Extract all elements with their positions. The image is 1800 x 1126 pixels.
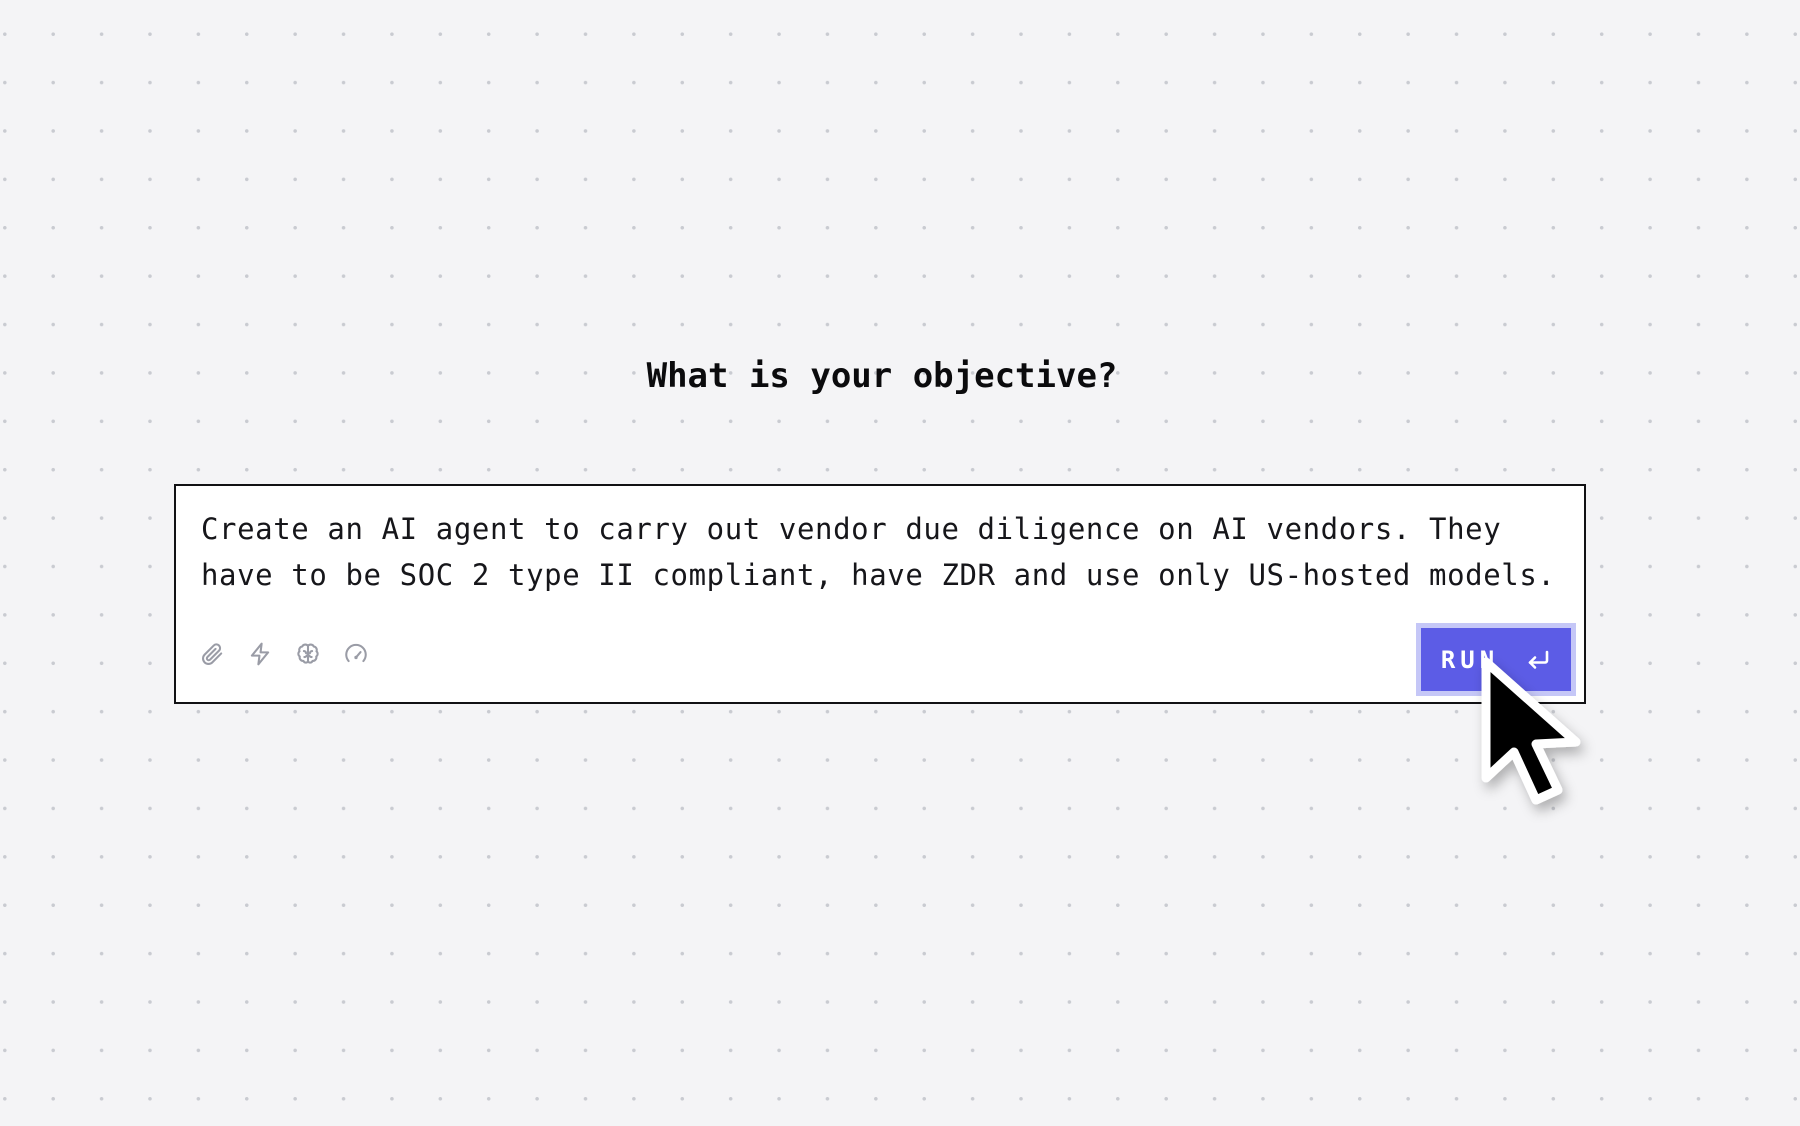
enter-icon [1525,648,1551,672]
gauge-icon[interactable] [342,640,370,668]
paperclip-icon[interactable] [198,640,226,668]
prompt-input-card[interactable]: Create an AI agent to carry out vendor d… [174,484,1586,704]
page-title: What is your objective? [646,356,1118,396]
run-button[interactable]: RUN [1416,623,1576,696]
prompt-toolbar [198,640,370,668]
run-button-label: RUN [1440,645,1500,674]
prompt-input[interactable]: Create an AI agent to carry out vendor d… [201,506,1571,598]
brain-icon[interactable] [294,640,322,668]
lightning-icon[interactable] [246,640,274,668]
